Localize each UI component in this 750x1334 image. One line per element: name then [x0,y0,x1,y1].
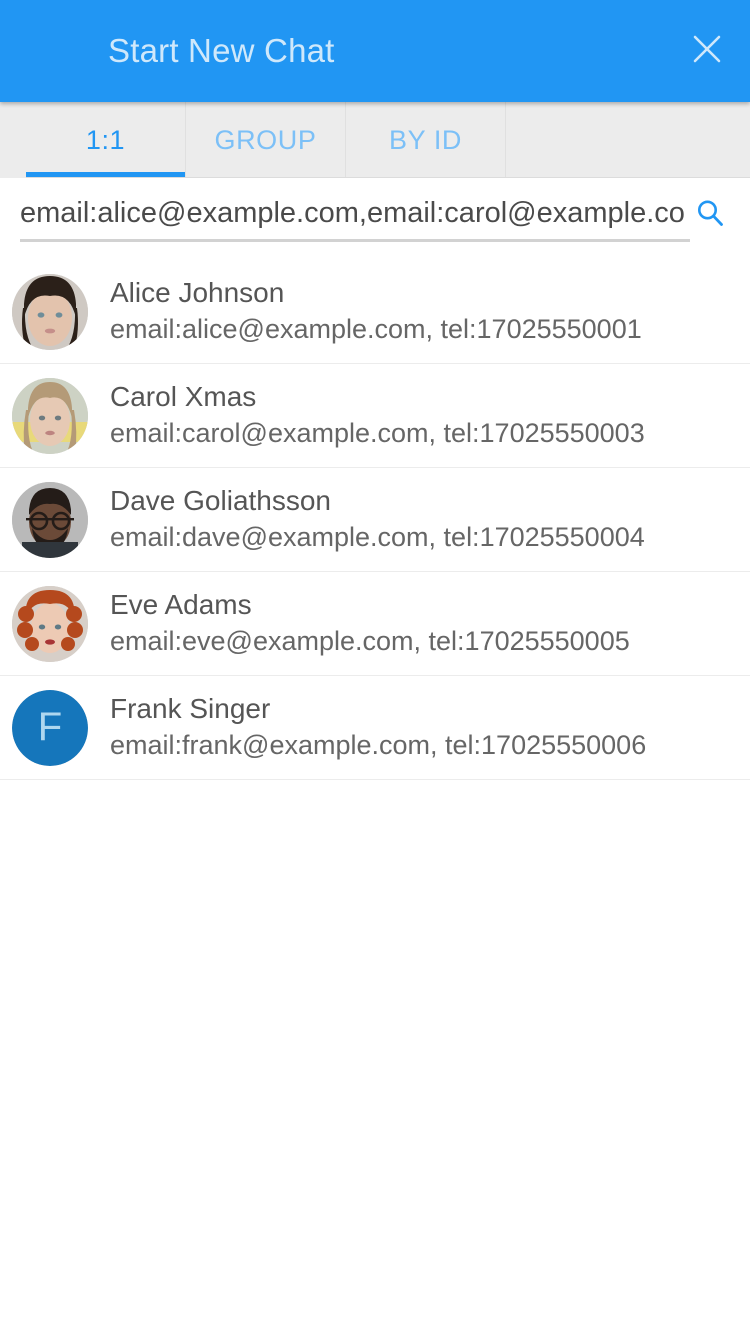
table-row[interactable]: Carol Xmas email:carol@example.com, tel:… [0,364,750,468]
contact-text: Dave Goliathsson email:dave@example.com,… [110,483,645,556]
contact-detail: email:dave@example.com, tel:17025550004 [110,522,645,553]
contact-text: Alice Johnson email:alice@example.com, t… [110,275,642,348]
close-icon [690,32,724,66]
tab-one-to-one[interactable]: 1:1 [26,102,186,178]
avatar [12,481,88,558]
contact-detail: email:eve@example.com, tel:17025550005 [110,626,630,657]
avatar [12,585,88,662]
table-row[interactable]: F Frank Singer email:frank@example.com, … [0,676,750,780]
page-title: Start New Chat [108,32,335,69]
tab-label: GROUP [214,124,317,155]
contact-list: Alice Johnson email:alice@example.com, t… [0,260,750,780]
search-icon[interactable] [690,193,730,233]
avatar-initial: F [12,689,88,766]
contact-name: Carol Xmas [110,381,257,413]
dialog-header: Start New Chat [0,0,750,102]
tab-bar: 1:1 GROUP BY ID [0,102,750,178]
table-row[interactable]: Eve Adams email:eve@example.com, tel:170… [0,572,750,676]
contact-detail: email:frank@example.com, tel:17025550006 [110,730,647,761]
contact-name: Eve Adams [110,589,252,621]
avatar [12,377,88,454]
avatar [12,273,88,350]
avatar: F [12,689,88,766]
tab-bar-left-spacer [0,102,26,178]
contact-text: Carol Xmas email:carol@example.com, tel:… [110,379,645,452]
contact-detail: email:alice@example.com, tel:17025550001 [110,314,642,345]
tab-group[interactable]: GROUP [186,102,346,178]
search-area [0,178,750,260]
tab-bar-right-spacer [506,102,750,178]
contact-text: Eve Adams email:eve@example.com, tel:170… [110,587,630,660]
search-input[interactable] [20,196,686,230]
tab-label: BY ID [388,124,463,155]
contact-detail: email:carol@example.com, tel:17025550003 [110,418,645,449]
contact-text: Frank Singer email:frank@example.com, te… [110,691,646,764]
contact-name: Alice Johnson [110,277,285,309]
search-underline [20,239,690,242]
table-row[interactable]: Dave Goliathsson email:dave@example.com,… [0,468,750,572]
contact-name: Frank Singer [110,693,271,725]
contact-name: Dave Goliathsson [110,485,332,517]
tab-label: 1:1 [85,124,126,155]
search-row [20,186,730,240]
tab-by-id[interactable]: BY ID [346,102,506,178]
table-row[interactable]: Alice Johnson email:alice@example.com, t… [0,260,750,364]
close-button[interactable] [676,18,738,80]
